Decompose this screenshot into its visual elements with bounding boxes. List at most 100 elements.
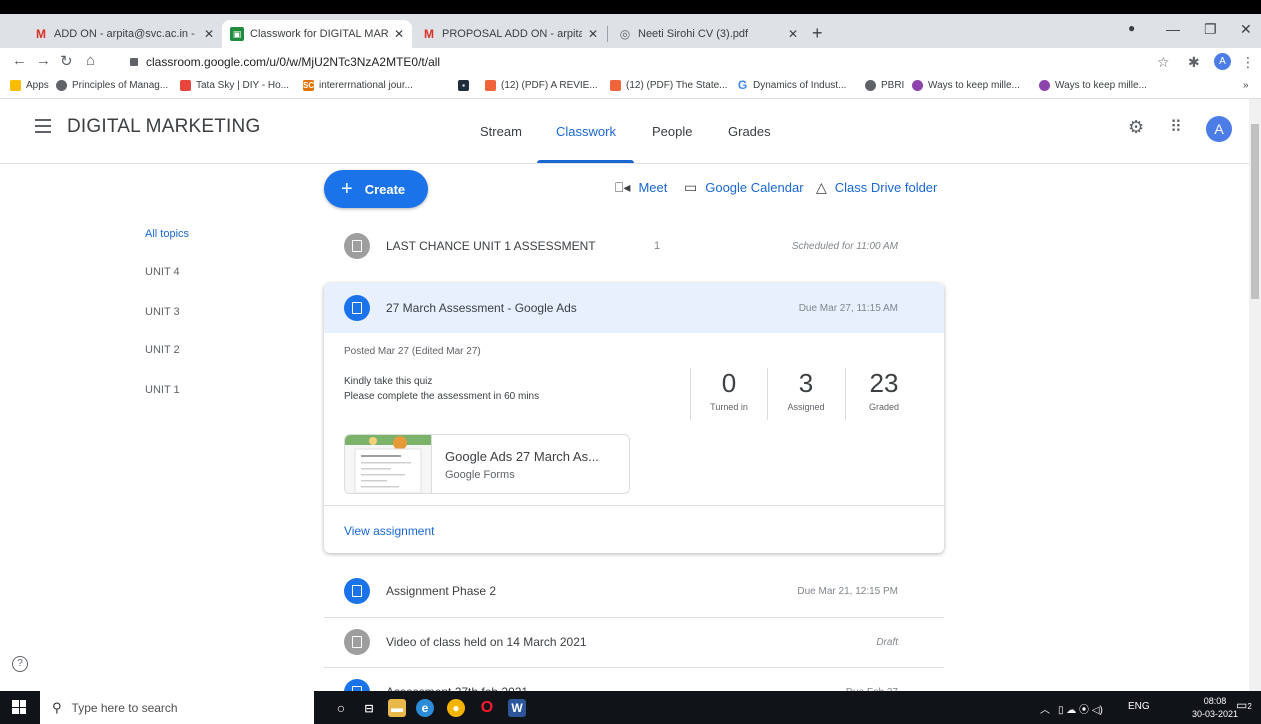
close-icon[interactable]: ✕ <box>204 27 214 41</box>
close-icon[interactable]: ✕ <box>588 27 598 41</box>
expanded-card-header[interactable]: 27 March Assessment - Google Ads Due Mar… <box>324 283 944 333</box>
minimize-button[interactable]: — <box>1166 21 1180 37</box>
browser-tab-pdf[interactable]: ◎ Neeti Sirohi CV (3).pdf ✕ <box>610 20 806 48</box>
assignment-icon <box>344 578 370 604</box>
browser-profile-avatar[interactable]: A <box>1214 53 1231 70</box>
stat-assigned[interactable]: 3 Assigned <box>767 368 844 420</box>
taskbar-search[interactable]: ⚲ Type here to search <box>40 691 314 724</box>
bookmark-item[interactable]: Principles of Manag... <box>56 80 168 91</box>
meet-link[interactable]: ⎕◂ Meet <box>615 179 667 196</box>
attachment-google-form[interactable]: Google Ads 27 March As... Google Forms <box>344 434 630 494</box>
attachment-title: Google Ads 27 March As... <box>445 449 599 464</box>
taskbar-clock[interactable]: 08:08 30-03-2021 <box>1192 695 1238 721</box>
class-drive-folder-link[interactable]: △ Class Drive folder <box>816 179 937 196</box>
browser-tab-proposal[interactable]: M PROPOSAL ADD ON - arpitaaa@ ✕ <box>414 20 606 48</box>
topic-unit-2[interactable]: UNIT 2 <box>145 344 180 356</box>
bookmark-star-icon[interactable]: ☆ <box>1157 54 1170 71</box>
view-assignment-link[interactable]: View assignment <box>344 524 435 538</box>
url-field[interactable]: classroom.google.com/u/0/w/MjU2NTc3NzA2M… <box>130 52 960 72</box>
google-icon: G <box>737 78 748 92</box>
scrollbar-thumb[interactable] <box>1251 124 1259 299</box>
tab-people[interactable]: People <box>652 124 692 139</box>
classwork-item[interactable]: LAST CHANCE UNIT 1 ASSESSMENT 1 Schedule… <box>324 222 944 270</box>
google-calendar-link[interactable]: ▭ Google Calendar <box>684 179 804 196</box>
extensions-icon[interactable]: ✱ <box>1188 54 1200 71</box>
stat-graded[interactable]: 23 Graded <box>845 368 922 420</box>
bookmark-item[interactable]: SC intererrnational jour... <box>303 80 413 91</box>
assignment-description: Kindly take this quiz Please complete th… <box>344 376 540 402</box>
active-tab-indicator <box>537 160 634 163</box>
tab-classwork[interactable]: Classwork <box>556 124 616 139</box>
task-view-icon[interactable]: ⊟ <box>360 699 378 717</box>
apps-grid-icon <box>10 80 21 91</box>
item-status: Draft <box>876 636 898 648</box>
topic-unit-4[interactable]: UNIT 4 <box>145 266 180 278</box>
topic-all[interactable]: All topics <box>145 228 189 240</box>
address-bar: ← → ↻ ⌂ classroom.google.com/u/0/w/MjU2N… <box>0 48 1261 76</box>
classroom-header: DIGITAL MARKETING Stream Classwork Peopl… <box>0 99 1249 164</box>
plus-icon: + <box>341 178 353 200</box>
bookmark-apps[interactable]: Apps <box>10 80 49 91</box>
chrome-icon[interactable]: ● <box>447 699 465 717</box>
restore-button[interactable]: ❐ <box>1204 21 1217 38</box>
notification-icon[interactable]: ▭2 <box>1236 698 1252 712</box>
word-icon[interactable]: W <box>508 699 526 717</box>
bookmark-item[interactable]: G Dynamics of Indust... <box>737 78 847 92</box>
language-indicator[interactable]: ENG <box>1128 701 1150 712</box>
main-menu-icon[interactable] <box>35 119 51 133</box>
profile-dot-icon[interactable]: ● <box>1128 21 1135 35</box>
browser-tab-classwork[interactable]: ▣ Classwork for DIGITAL MARKETIN ✕ <box>222 20 412 48</box>
edge-icon[interactable]: e <box>416 699 434 717</box>
new-tab-button[interactable]: + <box>812 24 823 42</box>
bookmark-item[interactable]: Tata Sky | DIY - Ho... <box>180 80 289 91</box>
globe-icon <box>56 80 67 91</box>
help-icon[interactable]: ? <box>12 656 28 672</box>
file-explorer-icon[interactable]: ▬ <box>388 699 406 717</box>
attachment-type: Google Forms <box>445 469 515 481</box>
pdf-icon <box>610 80 621 91</box>
browser-menu-icon[interactable]: ⋮ <box>1241 54 1255 71</box>
settings-gear-icon[interactable]: ⚙ <box>1128 117 1144 138</box>
window-close-button[interactable]: ✕ <box>1240 21 1252 38</box>
tab-grades[interactable]: Grades <box>728 124 771 139</box>
browser-tab-gmail-add-on[interactable]: M ADD ON - arpita@svc.ac.in - Sri \ ✕ <box>26 20 222 48</box>
bookmark-item[interactable]: Ways to keep mille... <box>912 80 1020 91</box>
classwork-item[interactable]: Video of class held on 14 March 2021 Dra… <box>324 618 944 666</box>
tab-separator <box>607 26 608 42</box>
google-apps-icon[interactable]: ⠿ <box>1170 117 1182 137</box>
stat-turned-in[interactable]: 0 Turned in <box>690 368 767 420</box>
bookmark-item[interactable]: (12) (PDF) A REVIE... <box>485 80 598 91</box>
bookmarks-overflow-icon[interactable]: » <box>1243 80 1249 91</box>
gmail-icon: M <box>424 27 434 41</box>
globe-icon: ◎ <box>619 27 631 41</box>
calendar-icon: ▭ <box>684 179 698 195</box>
expanded-assignment-card: 27 March Assessment - Google Ads Due Mar… <box>324 283 944 553</box>
tab-stream[interactable]: Stream <box>480 124 522 139</box>
video-camera-icon: ⎕◂ <box>615 179 631 195</box>
due-date: Due Mar 21, 12:15 PM <box>797 585 898 597</box>
windows-start-icon[interactable] <box>12 700 26 714</box>
classwork-item[interactable]: Assignment Phase 2 Due Mar 21, 12:15 PM <box>324 567 944 615</box>
topic-unit-3[interactable]: UNIT 3 <box>145 306 180 318</box>
bookmark-item[interactable]: Ways to keep mille... <box>1039 80 1147 91</box>
bookmark-item[interactable]: PBRI <box>865 80 904 91</box>
bookmark-item[interactable]: (12) (PDF) The State... <box>610 80 728 91</box>
tray-icons[interactable]: ▯ ☁ ⦿ ◁) <box>1058 701 1103 716</box>
close-icon[interactable]: ✕ <box>394 27 404 41</box>
journal-icon: SC <box>303 80 315 91</box>
topic-unit-1[interactable]: UNIT 1 <box>145 384 180 396</box>
class-title[interactable]: DIGITAL MARKETING <box>67 116 260 138</box>
due-date: Due Mar 27, 11:15 AM <box>798 302 898 314</box>
forward-button[interactable]: → <box>36 52 51 69</box>
cortana-icon[interactable]: ○ <box>332 699 350 717</box>
lock-icon <box>130 58 138 66</box>
create-button[interactable]: + Create <box>324 170 428 208</box>
bookmark-item[interactable]: ▪ <box>458 80 474 91</box>
home-button[interactable]: ⌂ <box>86 52 95 69</box>
account-avatar[interactable]: A <box>1206 116 1232 142</box>
back-button[interactable]: ← <box>12 52 27 69</box>
opera-icon[interactable]: O <box>478 699 496 717</box>
close-icon[interactable]: ✕ <box>788 27 798 41</box>
tray-overflow-icon[interactable]: ︿ <box>1040 701 1050 716</box>
reload-button[interactable]: ↻ <box>60 52 73 70</box>
